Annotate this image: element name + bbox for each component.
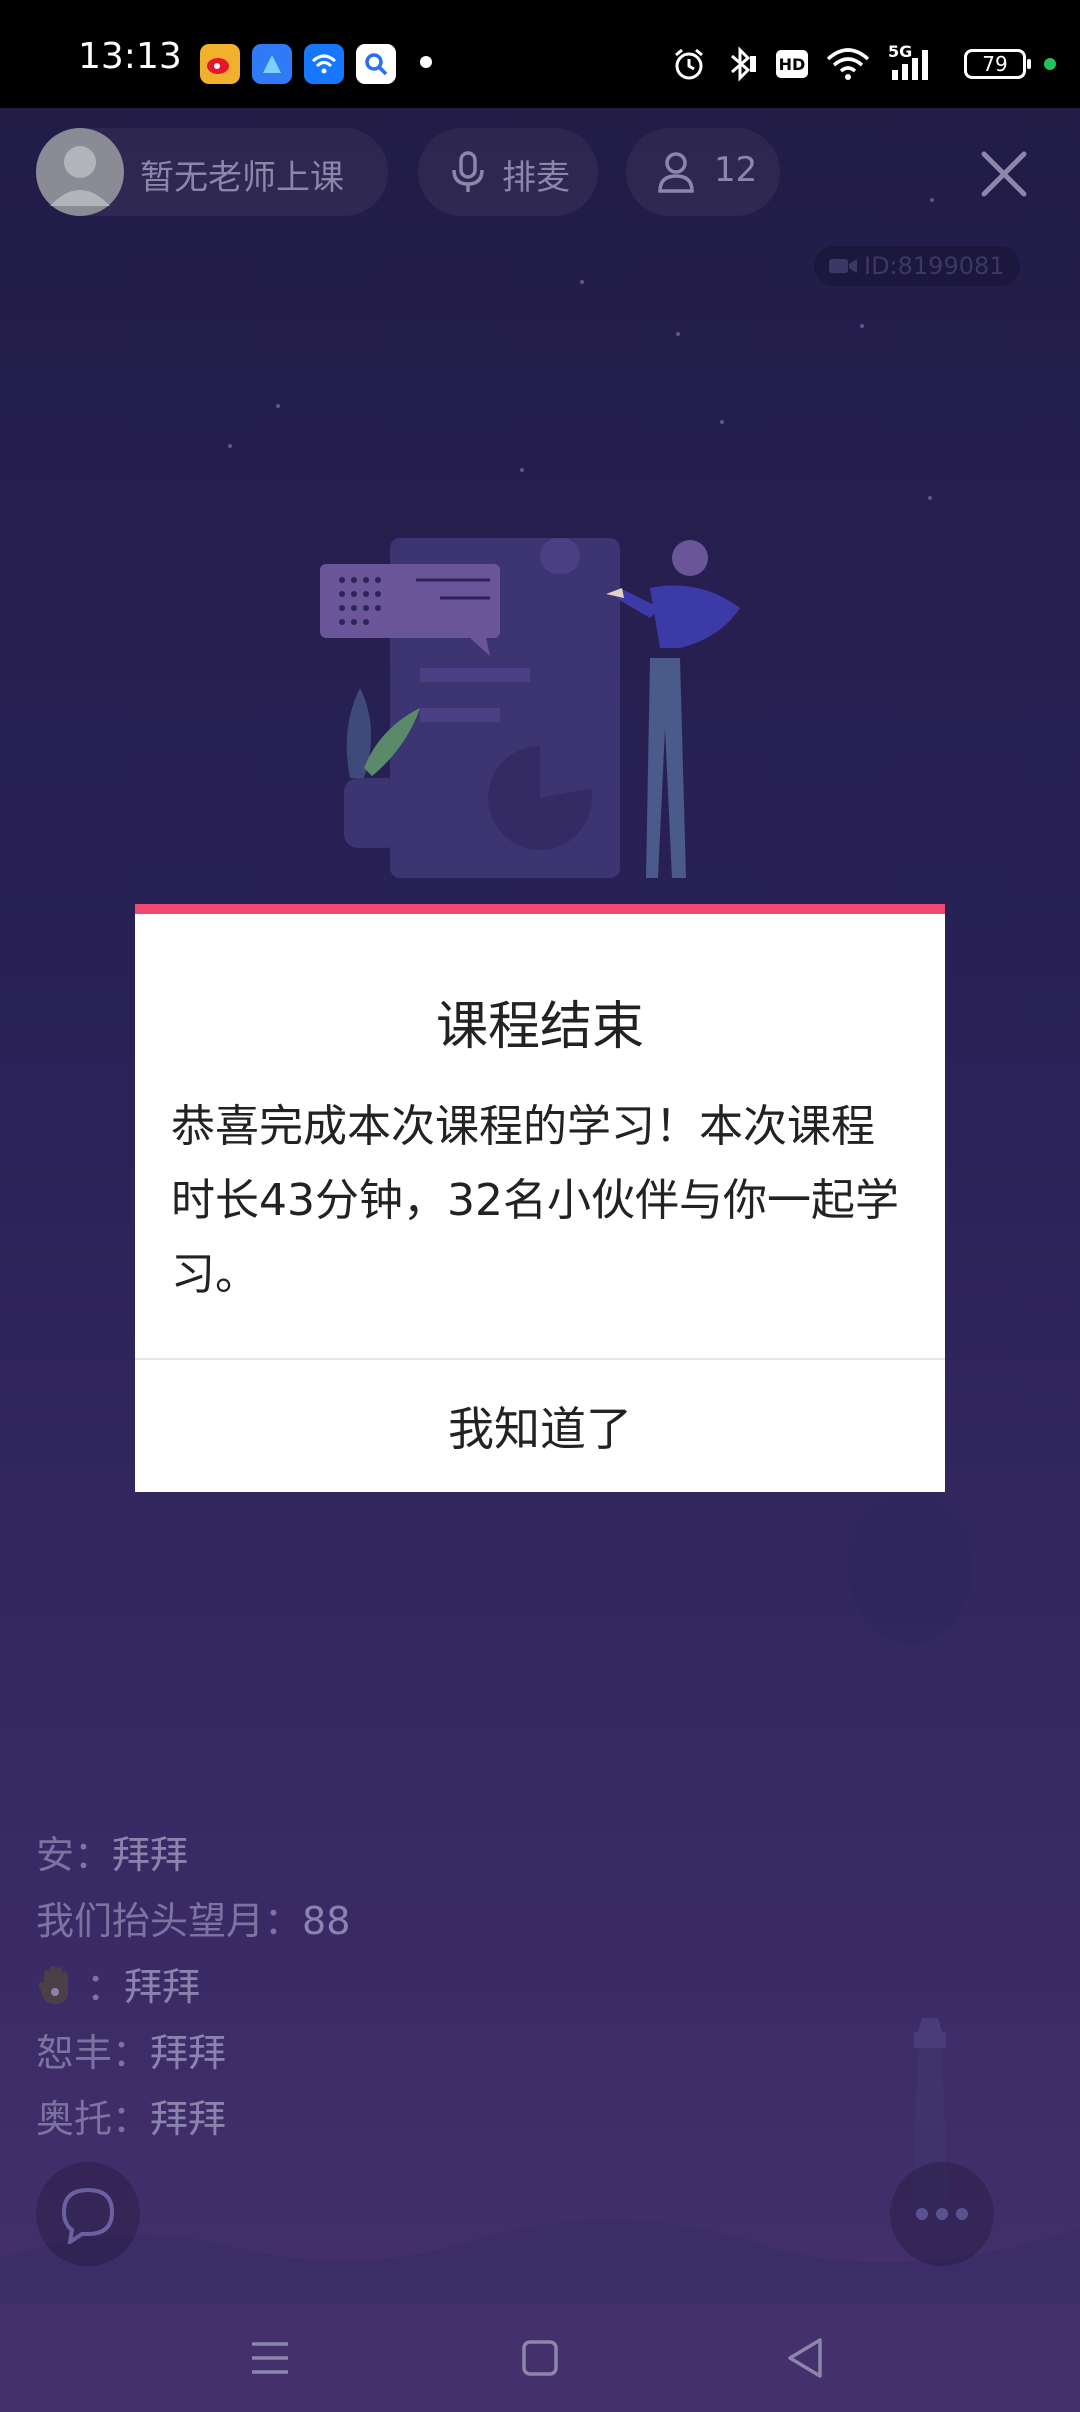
chat-username: 安： <box>36 1833 113 1877</box>
chat-message: ：拜拜 <box>36 1956 200 2011</box>
chat-text: 拜拜 <box>112 1833 189 1877</box>
menu-icon[interactable] <box>240 2328 300 2388</box>
signal-5g-icon: 5G <box>888 42 938 82</box>
video-camera-icon <box>829 259 857 273</box>
more-dot <box>956 2208 968 2220</box>
teacher-status-pill[interactable]: 暂无老师上课 <box>36 128 388 216</box>
chat-username: 恕丰： <box>36 2031 151 2075</box>
status-indicators: HD 5G 79 <box>672 42 1056 84</box>
star <box>276 404 280 408</box>
chat-username: 我们抬头望月： <box>36 1899 303 1943</box>
online-users-count: 12 <box>714 150 758 190</box>
confirm-button[interactable]: 我知道了 <box>135 1360 945 1492</box>
chat-bubble-icon <box>61 2187 115 2244</box>
bluetooth-icon <box>731 46 756 82</box>
star <box>928 496 932 500</box>
star <box>720 420 724 424</box>
battery-icon: 79 <box>964 49 1031 79</box>
dialog-message: 恭喜完成本次课程的学习！本次课程时长43分钟，32名小伙伴与你一起学习。 <box>171 1101 899 1300</box>
star <box>580 280 584 284</box>
chat-message: 奥托：拜拜 <box>36 2088 226 2143</box>
hd-icon: HD <box>776 50 808 78</box>
mic-queue-button[interactable]: 排麦 <box>418 128 598 216</box>
system-navigation-bar <box>0 2304 1080 2412</box>
chat-username: ： <box>86 1965 125 2009</box>
chat-username: 奥托： <box>36 2097 151 2141</box>
chat-text: 拜拜 <box>124 1965 201 2009</box>
more-dot <box>916 2208 928 2220</box>
chat-message: 我们抬头望月：88 <box>36 1890 350 1945</box>
alarm-icon <box>675 48 703 80</box>
back-icon[interactable] <box>776 2328 836 2388</box>
chat-button[interactable] <box>36 2162 140 2266</box>
more-dot <box>936 2208 948 2220</box>
dialog-title: 课程结束 <box>435 997 644 1057</box>
browser-icon <box>252 44 292 84</box>
weibo-icon <box>200 44 240 84</box>
room-id-badge: ID:8199081 <box>814 246 1020 286</box>
hand-emoji-icon <box>38 1966 68 2004</box>
chat-text: 88 <box>302 1899 351 1943</box>
more-options-button[interactable] <box>890 2162 994 2266</box>
microphone-icon <box>452 151 484 192</box>
home-icon[interactable] <box>510 2328 570 2388</box>
close-icon[interactable] <box>976 146 1032 202</box>
wifi-icon <box>826 48 870 80</box>
search-app-icon <box>356 44 396 84</box>
notification-dot <box>420 56 432 68</box>
chat-text: 拜拜 <box>150 2097 227 2141</box>
teacher-avatar <box>36 128 124 216</box>
balloon-decoration <box>848 1494 972 1644</box>
star <box>228 444 232 448</box>
star <box>520 468 524 472</box>
privacy-indicator-dot <box>1044 58 1056 70</box>
status-bar: 13:13 HD 5G 79 <box>0 0 1080 108</box>
user-icon <box>658 152 694 193</box>
chat-message: 安：拜拜 <box>36 1824 188 1879</box>
star <box>930 198 934 202</box>
course-ended-dialog: 课程结束 恭喜完成本次课程的学习！本次课程时长43分钟，32名小伙伴与你一起学习… <box>135 904 945 1492</box>
mic-queue-label: 排麦 <box>502 158 570 198</box>
star <box>860 324 864 328</box>
star <box>676 332 680 336</box>
room-id: ID:8199081 <box>864 252 1005 280</box>
chat-message: 恕丰：拜拜 <box>36 2022 226 2077</box>
chat-text: 拜拜 <box>150 2031 227 2075</box>
online-users-button[interactable]: 12 <box>626 128 780 216</box>
teacher-status-label: 暂无老师上课 <box>140 158 344 198</box>
wifi-app-icon <box>304 44 344 84</box>
status-time: 13:13 <box>78 36 182 77</box>
